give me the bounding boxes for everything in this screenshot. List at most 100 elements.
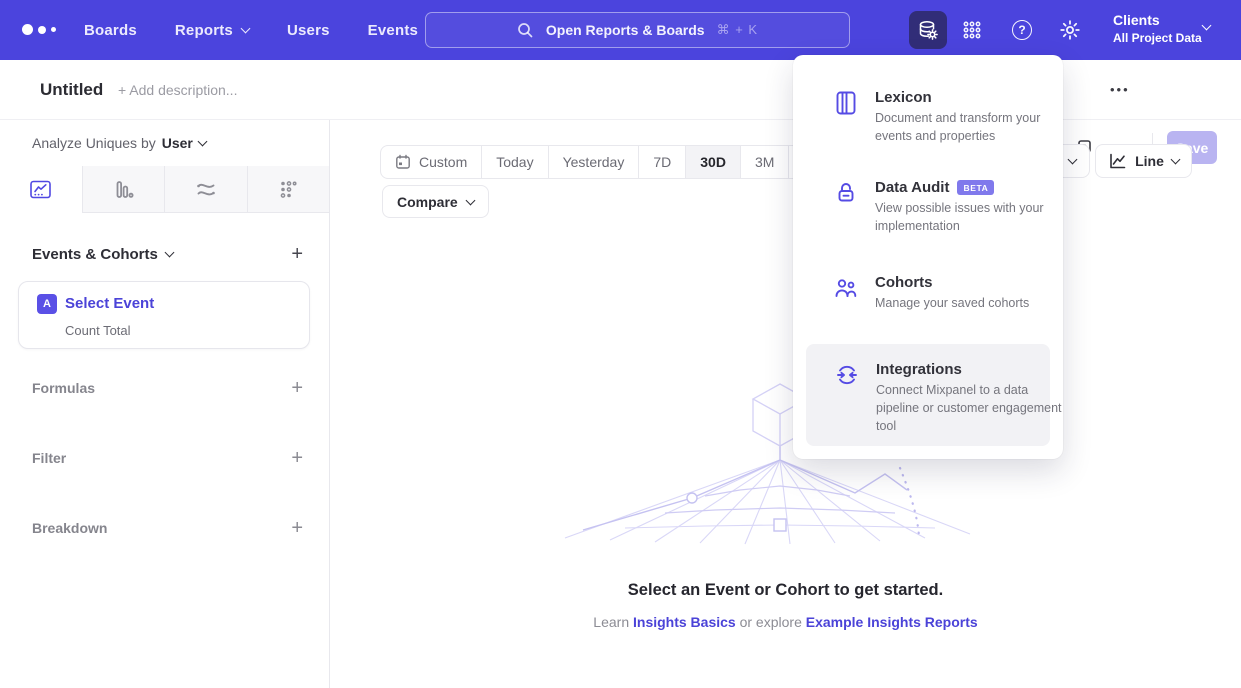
add-filter-button[interactable]: +	[291, 449, 303, 467]
apps-grid-button[interactable]	[962, 20, 982, 40]
breakdown-label: Breakdown	[32, 520, 107, 536]
insights-basics-link[interactable]: Insights Basics	[633, 614, 736, 630]
empty-state-links: Learn Insights Basics or explore Example…	[330, 614, 1241, 630]
chart-type-label: Line	[1135, 153, 1164, 169]
cohorts-title: Cohorts	[875, 274, 1063, 291]
event-series-badge: A	[37, 294, 57, 314]
lexicon-title: Lexicon	[875, 89, 1063, 106]
empty-state-title: Select an Event or Cohort to get started…	[330, 581, 1241, 600]
project-title: Clients	[1113, 12, 1202, 28]
nav-item-users[interactable]: Users	[287, 22, 330, 39]
nav-links: Boards Reports Users Events	[84, 0, 418, 60]
analyze-value-dropdown[interactable]: User	[162, 135, 193, 151]
example-reports-link[interactable]: Example Insights Reports	[806, 614, 978, 630]
event-aggregation[interactable]: Count Total	[65, 323, 131, 338]
tab-stacked-flow[interactable]	[164, 166, 247, 213]
lexicon-description: Document and transform your events and p…	[875, 110, 1063, 146]
chevron-down-icon	[241, 24, 251, 34]
project-subtitle: All Project Data	[1113, 31, 1202, 45]
menu-item-data-audit[interactable]: Data Audit BETA View possible issues wit…	[833, 179, 1043, 236]
top-nav: Boards Reports Users Events Open Reports…	[0, 0, 1241, 60]
chevron-down-icon	[1170, 155, 1180, 165]
date-range-today[interactable]: Today	[482, 146, 548, 178]
tab-insights-line[interactable]	[0, 166, 82, 213]
filter-row: Filter +	[32, 449, 303, 467]
chevron-down-icon	[1068, 155, 1078, 165]
data-audit-icon	[833, 180, 859, 206]
line-chart-icon	[1108, 152, 1127, 170]
calendar-icon	[395, 154, 411, 170]
flow-chart-tab-icon	[195, 178, 217, 200]
chart-type-dropdown[interactable]: Line	[1095, 144, 1192, 178]
add-event-button[interactable]: +	[291, 245, 303, 263]
analyze-label: Analyze Uniques by	[32, 135, 156, 151]
nav-item-events[interactable]: Events	[368, 22, 418, 39]
project-selector[interactable]: Clients All Project Data	[1113, 12, 1202, 45]
lexicon-book-icon	[833, 90, 859, 116]
search-shortcut: ⌘ + K	[717, 22, 759, 38]
menu-item-cohorts[interactable]: Cohorts Manage your saved cohorts	[833, 274, 1043, 313]
mixpanel-logo[interactable]	[22, 24, 56, 35]
integrations-sync-icon	[834, 362, 860, 388]
database-gear-icon	[917, 19, 939, 41]
cohorts-description: Manage your saved cohorts	[875, 295, 1063, 313]
date-range-yesterday[interactable]: Yesterday	[549, 146, 640, 178]
compare-label: Compare	[397, 194, 458, 210]
date-range-7d[interactable]: 7D	[639, 146, 686, 178]
integrations-description: Connect Mixpanel to a data pipeline or c…	[876, 382, 1064, 435]
report-description-placeholder[interactable]: + Add description...	[118, 60, 237, 120]
integrations-title: Integrations	[876, 361, 1064, 378]
menu-item-lexicon[interactable]: Lexicon Document and transform your even…	[833, 89, 1043, 146]
bar-chart-tab-icon	[113, 179, 134, 200]
select-event-button[interactable]: Select Event	[65, 295, 154, 312]
query-sidebar: Analyze Uniques by User	[0, 120, 330, 688]
event-card[interactable]: A Select Event Count Total	[18, 281, 310, 349]
add-breakdown-button[interactable]: +	[291, 519, 303, 537]
formulas-row: Formulas +	[32, 379, 303, 397]
date-range-control: Custom Today Yesterday 7D 30D 3M 6M	[380, 145, 838, 179]
chevron-down-icon	[197, 137, 207, 147]
events-cohorts-label: Events & Cohorts	[32, 246, 158, 263]
search-icon	[517, 22, 534, 39]
nav-item-reports[interactable]: Reports	[175, 22, 249, 39]
search-placeholder: Open Reports & Boards	[546, 22, 705, 38]
tab-bar-chart[interactable]	[82, 166, 165, 213]
grid-dots-icon	[962, 20, 982, 40]
chevron-down-icon	[465, 195, 475, 205]
data-management-menu: Lexicon Document and transform your even…	[793, 55, 1063, 459]
breakdown-row: Breakdown +	[32, 519, 303, 537]
more-options-button[interactable]: •••	[1110, 60, 1130, 120]
help-icon: ?	[1012, 20, 1032, 40]
nav-item-boards[interactable]: Boards	[84, 22, 137, 39]
settings-button[interactable]	[1060, 20, 1080, 40]
analyze-uniques-row: Analyze Uniques by User	[32, 135, 206, 151]
data-management-button[interactable]	[909, 11, 947, 49]
add-formula-button[interactable]: +	[291, 379, 303, 397]
cohorts-people-icon	[833, 275, 859, 301]
date-range-3m[interactable]: 3M	[741, 146, 789, 178]
search-input[interactable]: Open Reports & Boards ⌘ + K	[425, 12, 850, 48]
data-audit-title: Data Audit	[875, 179, 949, 196]
or-explore-text: or explore	[740, 614, 802, 630]
help-button[interactable]: ?	[1012, 20, 1032, 40]
report-title[interactable]: Untitled	[40, 60, 103, 120]
chart-type-tabs	[0, 166, 329, 213]
gear-icon	[1060, 20, 1080, 40]
integrations-content: Integrations Connect Mixpanel to a data …	[834, 361, 1036, 435]
learn-prefix: Learn	[593, 614, 629, 630]
formulas-label: Formulas	[32, 380, 95, 396]
data-audit-description: View possible issues with your implement…	[875, 200, 1063, 236]
tab-metrics-grid[interactable]	[247, 166, 330, 213]
beta-badge: BETA	[957, 180, 994, 195]
date-range-custom[interactable]: Custom	[381, 146, 482, 178]
menu-item-integrations[interactable]: Integrations Connect Mixpanel to a data …	[806, 344, 1050, 446]
nav-item-reports-label: Reports	[175, 22, 233, 39]
empty-state: Select an Event or Cohort to get started…	[330, 581, 1241, 630]
chevron-down-icon	[1202, 21, 1212, 31]
compare-dropdown[interactable]: Compare	[382, 185, 489, 218]
date-range-30d[interactable]: 30D	[686, 146, 741, 178]
events-cohorts-title[interactable]: Events & Cohorts	[32, 246, 173, 263]
events-cohorts-header: Events & Cohorts +	[32, 245, 303, 263]
dots-grid-tab-icon	[278, 179, 299, 200]
date-range-custom-label: Custom	[419, 154, 467, 170]
